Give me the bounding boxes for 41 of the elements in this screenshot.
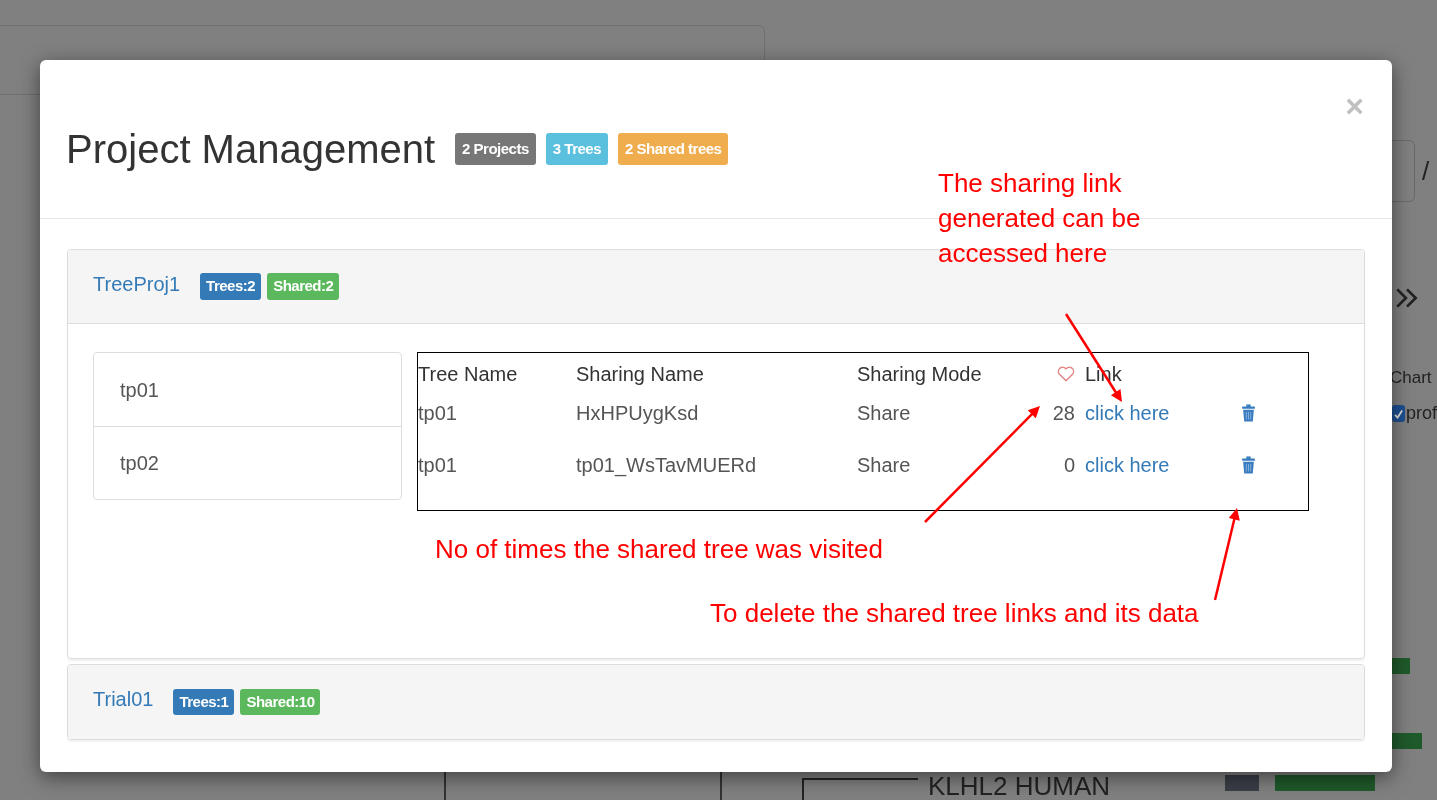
trash-icon: [1241, 454, 1256, 475]
delete-button[interactable]: [1241, 403, 1256, 423]
tab-label[interactable]: Chart: [1390, 365, 1432, 391]
table-cell-text: tp01_WsTavMUERd: [576, 452, 758, 479]
table-cell-text: HxHPUygKsd: [576, 401, 700, 426]
share-link[interactable]: click here: [1085, 402, 1170, 424]
count-badge: 3 Trees: [545, 132, 609, 166]
delete-button[interactable]: [1241, 454, 1256, 475]
count-badge: 2 Shared trees: [618, 132, 729, 166]
checkbox[interactable]: [1392, 405, 1405, 422]
domain-bar: [1392, 658, 1410, 674]
count-badge: Trees:1: [173, 688, 235, 716]
tree-leaf-label: KLHL2 HUMAN: [928, 772, 1111, 800]
annotation-text: No of times the shared tree was visited: [435, 533, 883, 565]
count-badge: 2 Projects: [455, 132, 536, 166]
count-badge: Shared:2: [267, 273, 340, 300]
share-link[interactable]: click here: [1085, 453, 1170, 476]
annotation-text: To delete the shared tree links and its data: [710, 597, 1199, 629]
list-item[interactable]: tp02: [94, 426, 401, 499]
count-badge: Shared:10: [240, 688, 321, 716]
annotation-text: The sharing link generated can be accessed here: [938, 167, 1142, 270]
table-cell-text: Share: [857, 401, 912, 426]
table-cell-text: Share: [857, 452, 912, 478]
checkbox-label: prof: [1406, 402, 1437, 425]
count-badge: Trees:2: [200, 273, 262, 300]
modal-title: Project Management: [66, 126, 436, 173]
visit-count: 28: [1052, 401, 1075, 426]
project-link[interactable]: TreeProj1: [93, 268, 181, 299]
domain-bar: [1225, 775, 1259, 791]
column-header: Sharing Name: [576, 362, 705, 387]
column-header: Tree Name: [418, 362, 519, 387]
project-link[interactable]: Trial01: [93, 684, 154, 714]
column-header: Sharing Mode: [857, 362, 983, 387]
list-item[interactable]: tp01: [94, 353, 401, 426]
table-cell-text: tp01: [418, 452, 458, 478]
trash-icon: [1241, 403, 1256, 423]
table-cell-text: tp01: [418, 401, 458, 426]
heart-icon: [1057, 365, 1075, 383]
separator-text: /: [1422, 155, 1430, 188]
domain-bar: [1392, 733, 1422, 749]
visit-count: 0: [1063, 452, 1075, 478]
